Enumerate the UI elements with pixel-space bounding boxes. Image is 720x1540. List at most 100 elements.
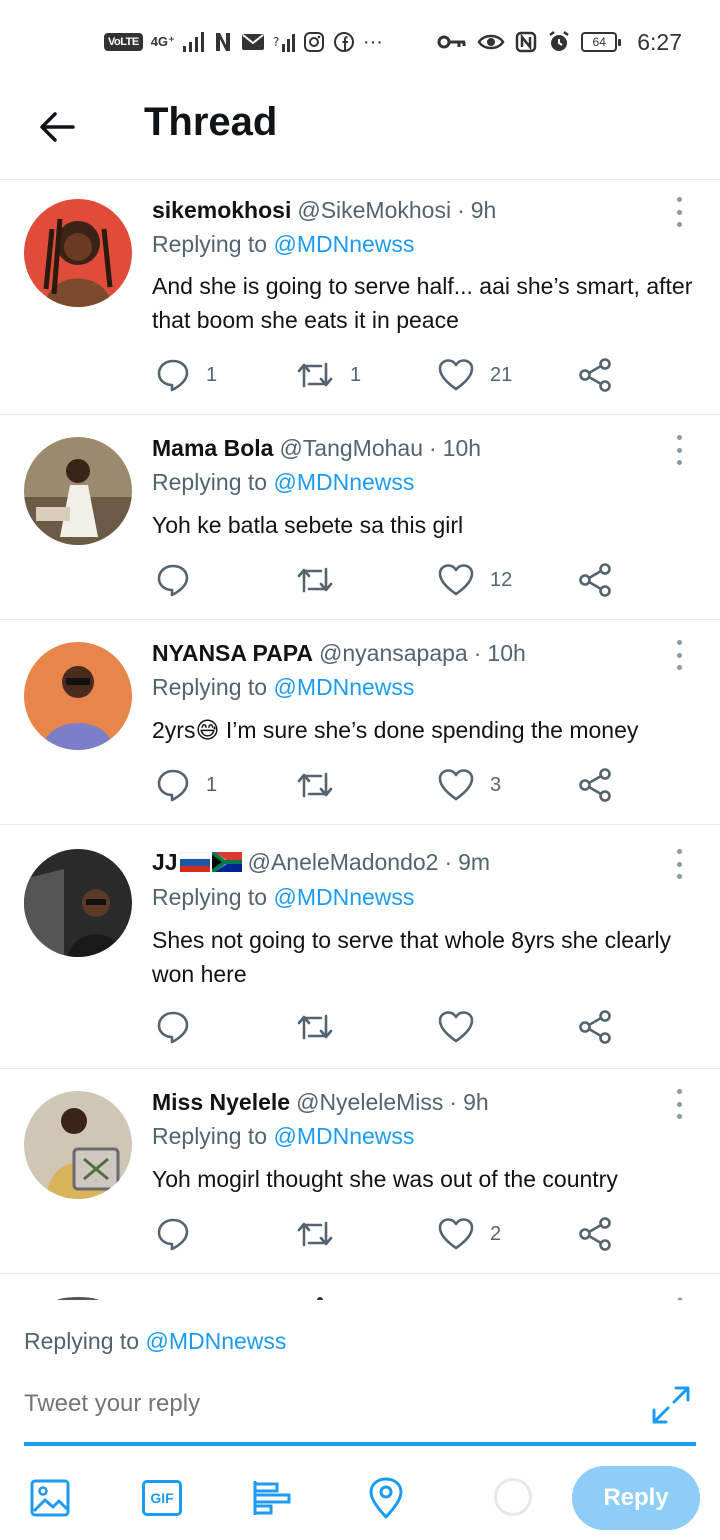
reply-button[interactable]: Reply xyxy=(572,1466,700,1530)
avatar-image xyxy=(24,1091,132,1199)
tweet-item[interactable]: Miss Nyelele @NyeleleMiss · 9h Replying … xyxy=(0,1069,720,1274)
avatar-image xyxy=(24,199,132,307)
reply-action[interactable] xyxy=(156,1007,206,1047)
tweet-header: Mama Bola @TangMohau · 10h xyxy=(152,431,481,465)
reply-action[interactable] xyxy=(156,560,206,600)
reply-action[interactable]: 1 xyxy=(156,765,217,805)
like-icon xyxy=(438,359,474,391)
author-handle[interactable]: @AneleMadondo2 xyxy=(248,849,439,876)
replying-to-mention[interactable]: @MDNnewss xyxy=(273,1123,414,1149)
share-icon xyxy=(579,768,611,802)
author-name[interactable]: Miss Nyelele xyxy=(152,1089,290,1116)
like-action[interactable]: 21 xyxy=(438,355,512,395)
reply-action[interactable]: 1 xyxy=(156,355,217,395)
expand-icon xyxy=(652,1386,690,1424)
tweet-item[interactable]: sikemokhosi @SikeMokhosi · 9h Replying t… xyxy=(0,181,720,415)
author-handle[interactable]: @TangMohau xyxy=(279,435,423,462)
avatar[interactable] xyxy=(24,199,132,307)
composer-replying-line: Replying to @MDNnewss xyxy=(24,1328,286,1355)
share-action[interactable] xyxy=(578,1007,612,1047)
add-location-button[interactable] xyxy=(364,1476,408,1520)
author-name[interactable]: NYANSA PAPA xyxy=(152,640,313,667)
back-button[interactable] xyxy=(34,104,80,150)
retweet-action[interactable] xyxy=(296,560,350,600)
reply-icon xyxy=(157,359,189,392)
tweet-text: Yoh mogirl thought she was out of the co… xyxy=(152,1166,618,1192)
reply-action[interactable] xyxy=(156,1214,206,1254)
replying-to-line: Replying to @MDNnewss xyxy=(152,884,414,911)
status-left: VoLTE 4G⁺ ? ··· xyxy=(104,28,383,56)
tweet-item[interactable]: Mama Bola @TangMohau · 10h Replying to @… xyxy=(0,415,720,620)
back-arrow-icon xyxy=(40,112,75,142)
wifi-signal-icon: ? xyxy=(273,34,295,52)
more-button[interactable] xyxy=(674,1089,684,1119)
replying-to-mention[interactable]: @MDNnewss xyxy=(273,469,414,495)
tweet-actions xyxy=(152,1007,622,1047)
share-action[interactable] xyxy=(578,1214,612,1254)
south-africa-flag-icon xyxy=(211,852,242,872)
tweet-item[interactable]: JJ @AneleMadondo2 · 9m Replying to @MDNn… xyxy=(0,825,720,1069)
share-action[interactable] xyxy=(578,355,612,395)
more-button[interactable] xyxy=(674,849,684,879)
composer-mention[interactable]: @MDNnewss xyxy=(145,1328,286,1354)
like-icon xyxy=(438,564,474,596)
like-count: 3 xyxy=(490,773,502,796)
add-image-button[interactable] xyxy=(28,1476,72,1520)
reply-input[interactable] xyxy=(24,1390,624,1418)
author-name[interactable]: sikemokhosi xyxy=(152,197,291,224)
replying-to-mention[interactable]: @MDNnewss xyxy=(273,884,414,910)
author-handle[interactable]: @NyeleleMiss xyxy=(296,1089,443,1116)
tweet-header: sikemokhosi @SikeMokhosi · 9h xyxy=(152,193,496,227)
author-name[interactable]: Mama Bola xyxy=(152,435,273,462)
author-handle[interactable]: @nyansapapa xyxy=(319,640,468,667)
avatar[interactable] xyxy=(24,642,132,750)
retweet-icon xyxy=(297,1221,333,1247)
like-icon xyxy=(438,769,474,801)
tweet-item[interactable]: NYANSA PAPA @nyansapapa · 10h Replying t… xyxy=(0,620,720,825)
like-action[interactable]: 2 xyxy=(438,1214,501,1254)
avatar[interactable] xyxy=(24,1091,132,1199)
more-icon xyxy=(676,197,682,202)
replying-prefix: Replying to xyxy=(152,884,268,910)
replying-to-mention[interactable]: @MDNnewss xyxy=(273,674,414,700)
avatar[interactable] xyxy=(24,437,132,545)
author-handle[interactable]: @SikeMokhosi xyxy=(297,197,451,224)
add-gif-button[interactable]: GIF xyxy=(140,1476,184,1520)
more-button[interactable] xyxy=(674,640,684,670)
more-notifications-icon: ··· xyxy=(362,31,383,53)
tweet-time: 9m xyxy=(458,848,491,875)
share-action[interactable] xyxy=(578,765,612,805)
expand-button[interactable] xyxy=(650,1384,692,1426)
svg-text:?: ? xyxy=(273,35,279,49)
retweet-action[interactable] xyxy=(296,765,350,805)
retweet-action[interactable] xyxy=(296,1007,350,1047)
share-action[interactable] xyxy=(578,560,612,600)
more-button[interactable] xyxy=(674,435,684,465)
eye-icon xyxy=(477,34,505,50)
reply-icon xyxy=(157,1011,189,1044)
like-action[interactable]: 12 xyxy=(438,560,512,600)
like-action[interactable] xyxy=(438,1007,490,1047)
retweet-icon xyxy=(297,362,333,388)
like-action[interactable]: 3 xyxy=(438,765,501,805)
composer-toolbar: GIF Reply xyxy=(0,1460,720,1540)
replying-to-mention[interactable]: @MDNnewss xyxy=(273,231,414,257)
retweet-action[interactable]: 1 xyxy=(296,355,361,395)
more-button[interactable] xyxy=(674,197,684,227)
avatar[interactable] xyxy=(24,849,132,957)
reply-count: 1 xyxy=(206,363,218,386)
reply-count: 1 xyxy=(206,773,218,796)
poll-icon xyxy=(253,1481,291,1515)
retweet-action[interactable] xyxy=(296,1214,350,1254)
tweet-time: 9h xyxy=(463,1088,489,1115)
tweet-text: Yoh ke batla sebete sa this girl xyxy=(152,512,464,538)
battery-indicator: 64 xyxy=(581,32,622,52)
signal-icon xyxy=(182,32,204,52)
add-poll-button[interactable] xyxy=(250,1476,294,1520)
author-name[interactable]: JJ xyxy=(152,849,178,876)
tweet-header: NYANSA PAPA @nyansapapa · 10h xyxy=(152,636,526,670)
network-type: 4G⁺ xyxy=(150,34,175,49)
instagram-icon xyxy=(303,32,324,52)
netflix-icon xyxy=(215,33,230,51)
reply-composer: Replying to @MDNnewss GIF Reply xyxy=(0,1300,720,1540)
